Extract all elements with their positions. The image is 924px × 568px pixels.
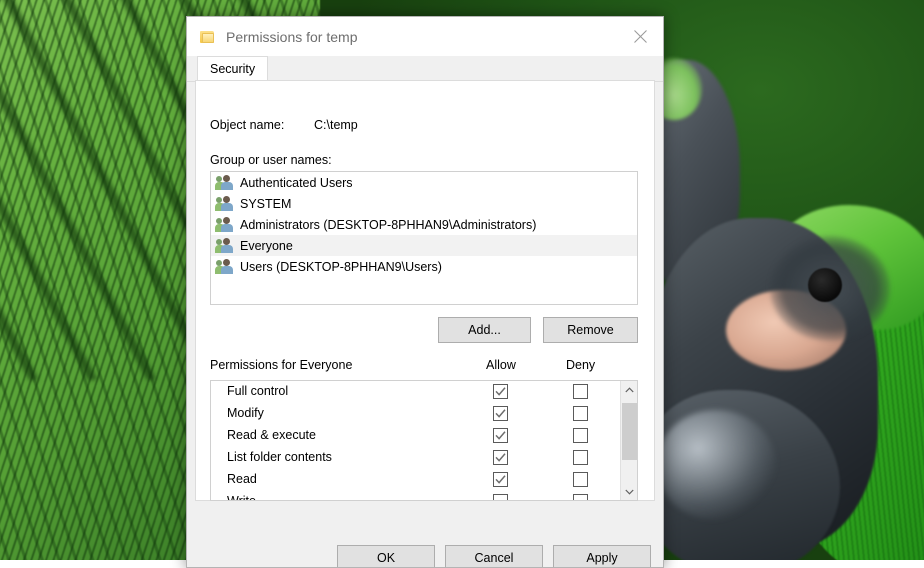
deny-checkbox[interactable]	[573, 428, 588, 443]
object-name-row: Object name: C:\temp	[210, 118, 358, 132]
security-tab-page: Object name: C:\temp Group or user names:…	[195, 80, 655, 501]
group-users-icon	[215, 175, 233, 190]
apply-button[interactable]: Apply	[553, 545, 651, 567]
deny-checkbox[interactable]	[573, 406, 588, 421]
permissions-scrollbar[interactable]	[620, 381, 637, 500]
parrot-eye	[808, 268, 842, 302]
list-item-label: Users (DESKTOP-8PHHAN9\Users)	[240, 259, 442, 274]
group-or-user-names-label: Group or user names:	[210, 153, 332, 167]
parrot-beak-highlight	[656, 410, 776, 520]
list-item[interactable]: SYSTEM	[211, 193, 637, 214]
list-item-label: Authenticated Users	[240, 175, 353, 190]
allow-column-header: Allow	[486, 358, 516, 372]
chevron-up-icon[interactable]	[621, 381, 637, 398]
permission-label: Read & execute	[227, 428, 316, 442]
permission-row[interactable]: Read & execute	[211, 425, 621, 447]
window-title: Permissions for temp	[226, 28, 358, 45]
group-users-icon	[215, 259, 233, 274]
allow-checkbox[interactable]	[493, 494, 508, 500]
ok-button[interactable]: OK	[337, 545, 435, 567]
list-item[interactable]: Everyone	[211, 235, 637, 256]
allow-checkbox[interactable]	[493, 472, 508, 487]
folder-icon	[200, 30, 216, 44]
permission-label: List folder contents	[227, 450, 332, 464]
remove-button[interactable]: Remove	[543, 317, 638, 343]
permissions-header-row: Permissions for Everyone Allow Deny	[210, 358, 638, 375]
deny-checkbox[interactable]	[573, 450, 588, 465]
permission-row[interactable]: Write	[211, 491, 621, 501]
permission-row[interactable]: Read	[211, 469, 621, 491]
permission-label: Full control	[227, 384, 289, 398]
permissions-list[interactable]: Full control Modify Read & execute List fol…	[210, 380, 638, 501]
permission-row[interactable]: Modify	[211, 403, 621, 425]
deny-checkbox[interactable]	[573, 494, 588, 500]
deny-column-header: Deny	[566, 358, 596, 372]
list-item-label: SYSTEM	[240, 196, 292, 211]
list-item[interactable]: Administrators (DESKTOP-8PHHAN9\Administ…	[211, 214, 637, 235]
scrollbar-thumb[interactable]	[622, 403, 637, 460]
list-item[interactable]: Users (DESKTOP-8PHHAN9\Users)	[211, 256, 637, 277]
list-item-label: Administrators (DESKTOP-8PHHAN9\Administ…	[240, 217, 537, 232]
group-or-user-names-list[interactable]: Authenticated Users SYSTEM Administrators …	[210, 171, 638, 305]
chevron-down-icon[interactable]	[621, 483, 637, 500]
permissions-dialog: Permissions for temp Security Object nam…	[186, 16, 664, 568]
allow-checkbox[interactable]	[493, 384, 508, 399]
group-users-icon	[215, 238, 233, 253]
allow-checkbox[interactable]	[493, 450, 508, 465]
permissions-for-label: Permissions for Everyone	[210, 358, 353, 372]
permission-row[interactable]: List folder contents	[211, 447, 621, 469]
permission-label: Read	[227, 472, 257, 486]
permission-label: Write	[227, 494, 256, 501]
object-name-value: C:\temp	[314, 118, 358, 132]
deny-checkbox[interactable]	[573, 384, 588, 399]
tab-strip: Security	[187, 56, 663, 82]
close-icon[interactable]	[617, 17, 663, 56]
title-bar: Permissions for temp	[187, 17, 663, 56]
object-name-label: Object name:	[210, 118, 285, 132]
list-item[interactable]: Authenticated Users	[211, 172, 637, 193]
permission-row[interactable]: Full control	[211, 381, 621, 403]
deny-checkbox[interactable]	[573, 472, 588, 487]
allow-checkbox[interactable]	[493, 406, 508, 421]
group-users-icon	[215, 196, 233, 211]
allow-checkbox[interactable]	[493, 428, 508, 443]
add-button[interactable]: Add...	[438, 317, 531, 343]
tab-security[interactable]: Security	[197, 56, 269, 81]
group-users-icon	[215, 217, 233, 232]
list-item-label: Everyone	[240, 238, 293, 253]
cancel-button[interactable]: Cancel	[445, 545, 543, 567]
permission-label: Modify	[227, 406, 264, 420]
